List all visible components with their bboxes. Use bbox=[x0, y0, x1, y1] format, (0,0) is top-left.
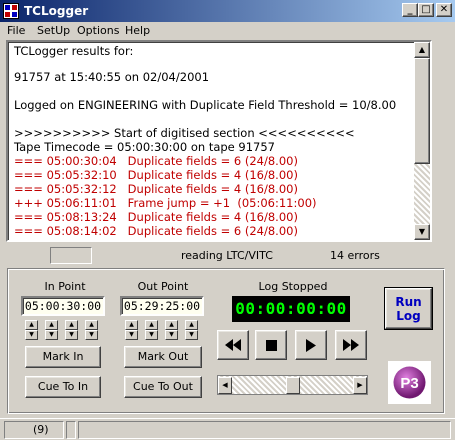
log-status-label: Log Stopped bbox=[258, 280, 328, 293]
fast-forward-button[interactable] bbox=[335, 330, 367, 360]
results-line-error: === 05:08:14:02 Duplicate fields = 6 (24… bbox=[14, 224, 298, 238]
spin-down-icon[interactable]: ▼ bbox=[165, 330, 178, 340]
results-line-error: +++ 05:06:11:01 Frame jump = +1 (05:06:1… bbox=[14, 196, 317, 210]
rewind-icon bbox=[225, 339, 241, 355]
timecode-display: 00:00:00:00 bbox=[232, 296, 350, 322]
out-point-field[interactable]: 05:29:25:00 bbox=[120, 296, 204, 316]
reading-status: reading LTC/VITC bbox=[181, 249, 273, 262]
status-bar: (9) bbox=[0, 418, 455, 440]
minimize-button[interactable]: _ bbox=[402, 3, 418, 17]
play-icon bbox=[306, 339, 316, 356]
slider-thumb[interactable] bbox=[285, 377, 300, 394]
spin-down-icon[interactable]: ▼ bbox=[125, 330, 138, 340]
spin-down-icon[interactable]: ▼ bbox=[185, 330, 198, 340]
scroll-up-arrow-icon[interactable]: ▲ bbox=[414, 42, 430, 58]
spin-up-icon[interactable]: ▲ bbox=[85, 320, 98, 330]
fast-forward-icon bbox=[343, 339, 359, 355]
close-button[interactable]: ✕ bbox=[436, 3, 452, 17]
title-bar: TCLogger _ □ ✕ bbox=[0, 0, 455, 22]
spin-up-icon[interactable]: ▲ bbox=[25, 320, 38, 330]
cue-to-in-button[interactable]: Cue To In bbox=[25, 376, 101, 398]
results-line-error: === 05:08:13:24 Duplicate fields = 4 (16… bbox=[14, 210, 298, 224]
mark-in-button[interactable]: Mark In bbox=[25, 346, 101, 368]
stop-icon bbox=[265, 340, 277, 355]
app-icon bbox=[3, 3, 19, 19]
spin-down-icon[interactable]: ▼ bbox=[25, 330, 38, 340]
maximize-button[interactable]: □ bbox=[418, 3, 434, 17]
p3-logo: P3 bbox=[388, 361, 431, 404]
results-line: Logged on ENGINEERING with Duplicate Fie… bbox=[14, 98, 397, 112]
results-line: TCLogger results for: bbox=[14, 44, 134, 58]
menu-bar: File SetUp Options Help bbox=[0, 22, 455, 40]
spin-up-icon[interactable]: ▲ bbox=[65, 320, 78, 330]
scroll-track[interactable] bbox=[414, 164, 430, 224]
spin-up-icon[interactable]: ▲ bbox=[185, 320, 198, 330]
menu-help[interactable]: Help bbox=[125, 24, 150, 38]
spin-up-icon[interactable]: ▲ bbox=[145, 320, 158, 330]
spin-up-icon[interactable]: ▲ bbox=[125, 320, 138, 330]
menu-setup[interactable]: SetUp bbox=[37, 24, 70, 38]
results-line-error: === 05:00:30:04 Duplicate fields = 6 (24… bbox=[14, 154, 298, 168]
window-title: TCLogger bbox=[24, 4, 89, 18]
spin-down-icon[interactable]: ▼ bbox=[85, 330, 98, 340]
error-count: 14 errors bbox=[330, 249, 380, 262]
results-line: Tape Timecode = 05:00:30:00 on tape 9175… bbox=[14, 140, 275, 154]
spin-down-icon[interactable]: ▼ bbox=[45, 330, 58, 340]
results-line-error: === 05:05:32:10 Duplicate fields = 4 (16… bbox=[14, 168, 298, 182]
spin-down-icon[interactable]: ▼ bbox=[145, 330, 158, 340]
menu-options[interactable]: Options bbox=[77, 24, 119, 38]
run-log-button[interactable]: Run Log bbox=[384, 287, 433, 330]
status-indicator bbox=[50, 247, 92, 264]
in-point-label: In Point bbox=[44, 280, 86, 293]
scroll-down-arrow-icon[interactable]: ▼ bbox=[414, 224, 430, 240]
results-line: >>>>>>>>>> Start of digitised section <<… bbox=[14, 126, 355, 140]
spin-up-icon[interactable]: ▲ bbox=[165, 320, 178, 330]
results-vertical-scrollbar[interactable]: ▲ ▼ bbox=[414, 42, 430, 240]
spin-down-icon[interactable]: ▼ bbox=[65, 330, 78, 340]
results-line-error: === 05:05:32:12 Duplicate fields = 4 (16… bbox=[14, 182, 298, 196]
scroll-thumb[interactable] bbox=[414, 58, 430, 164]
rewind-button[interactable] bbox=[217, 330, 249, 360]
statusbar-panel-2 bbox=[66, 421, 76, 439]
log-position-slider[interactable]: ◀ ▶ bbox=[217, 375, 368, 395]
out-point-label: Out Point bbox=[137, 280, 189, 293]
menu-file[interactable]: File bbox=[7, 24, 25, 38]
results-line: 91757 at 15:40:55 on 02/04/2001 bbox=[14, 70, 210, 84]
play-button[interactable] bbox=[295, 330, 327, 360]
scroll-left-arrow-icon[interactable]: ◀ bbox=[218, 377, 232, 394]
cue-to-out-button[interactable]: Cue To Out bbox=[124, 376, 202, 398]
scroll-right-arrow-icon[interactable]: ▶ bbox=[353, 377, 367, 394]
in-point-field[interactable]: 05:00:30:00 bbox=[21, 296, 105, 316]
svg-text:P3: P3 bbox=[400, 375, 418, 392]
statusbar-panel-1: (9) bbox=[4, 421, 64, 439]
stop-button[interactable] bbox=[255, 330, 287, 360]
results-textarea[interactable]: TCLogger results for: 91757 at 15:40:55 … bbox=[6, 40, 432, 242]
mark-out-button[interactable]: Mark Out bbox=[124, 346, 202, 368]
spin-up-icon[interactable]: ▲ bbox=[45, 320, 58, 330]
statusbar-panel-3 bbox=[78, 421, 451, 439]
